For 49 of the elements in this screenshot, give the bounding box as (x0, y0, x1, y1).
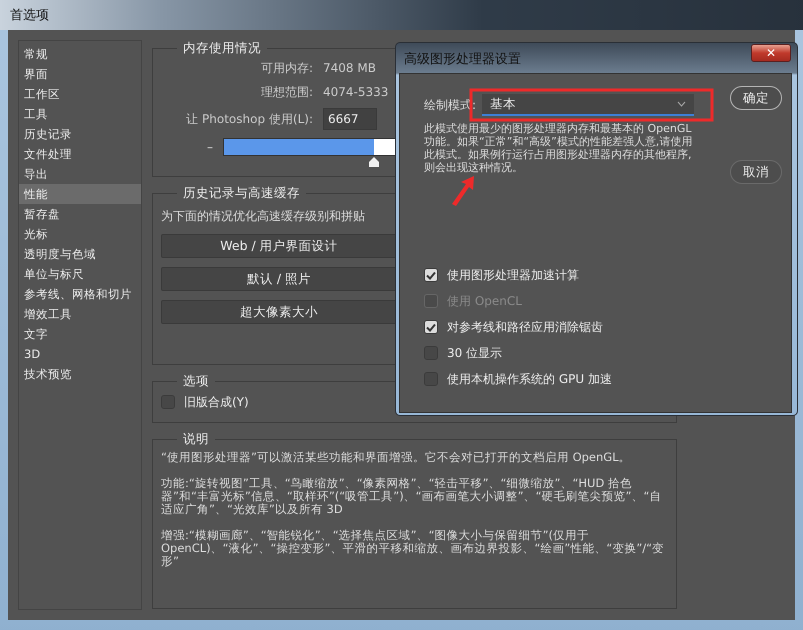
checkbox[interactable] (424, 372, 438, 386)
sidebar-item[interactable]: 单位与标尺 (19, 264, 141, 284)
sidebar-item[interactable]: 工具 (19, 104, 141, 124)
sidebar-item[interactable]: 性能 (19, 184, 141, 204)
sidebar-item[interactable]: 透明度与色域 (19, 244, 141, 264)
memory-input[interactable]: 6667 (323, 108, 377, 130)
close-button[interactable]: ✕ (751, 44, 791, 62)
memory-value: 4074-5333 (323, 84, 388, 101)
checkbox-label: 30 位显示 (447, 345, 502, 362)
chevron-icon (677, 101, 686, 107)
memory-label: 可用内存: (260, 60, 313, 77)
checkbox-label: 使用本机操作系统的 GPU 加速 (447, 371, 612, 388)
memory-value: 7408 MB (323, 60, 376, 77)
sidebar-item[interactable]: 文字 (19, 324, 141, 344)
sidebar-item[interactable]: 参考线、网格和切片 (19, 284, 141, 304)
dialog-title: 高级图形处理器设置 (403, 51, 522, 69)
sidebar-item[interactable]: 文件处理 (19, 144, 141, 164)
group-title: 选项 (182, 373, 210, 389)
checkbox[interactable] (161, 395, 175, 409)
checkbox-label: 旧版合成(Y) (184, 394, 249, 411)
cancel-button[interactable]: 取消 (730, 160, 782, 184)
group-title: 内存使用情况 (182, 40, 262, 56)
group-title: 历史记录与高速缓存 (182, 185, 301, 201)
memory-label: 理想范围: (260, 84, 313, 101)
use-label: 让 Photoshop 使用(L): (185, 111, 313, 128)
sidebar-item[interactable]: 工作区 (19, 84, 141, 104)
description-paragraph: “使用图形处理器”可以激活某些功能和界面增强。它不会对已打开的文档启用 OpenGL。 (161, 451, 632, 464)
checkbox[interactable] (424, 268, 438, 282)
checkbox[interactable] (424, 320, 438, 334)
mode-description: 此模式使用最少的图形处理器内存和最基本的 OpenGL 功能。如果“正常”和“高级”模式的性能差强人意,请使用此模式。如果例行运行占用图形处理器内存的其他程序,则会出现这种情况。 (424, 122, 694, 174)
sidebar-item[interactable]: 光标 (19, 224, 141, 244)
checkbox[interactable] (424, 346, 438, 360)
sidebar-item[interactable]: 历史记录 (19, 124, 141, 144)
annotation-arrow (452, 176, 474, 206)
sidebar-item[interactable]: 常规 (19, 44, 141, 64)
sidebar-item[interactable]: 界面 (19, 64, 141, 84)
sidebar-item[interactable]: 导出 (19, 164, 141, 184)
group-title: 说明 (182, 431, 210, 447)
description-paragraph: 功能:“旋转视图”工具、“鸟瞰缩放”、“像素网格”、“轻击平移”、“细微缩放”、“HUD 拾色器”和“丰富光标”信息、“取样环”(“吸管工具”)、“画布画笔大小调整”、“硬毛刷笔尖预览”、“自适应广角”、“光效库”以及所有 3D (161, 477, 662, 516)
sidebar-item[interactable]: 3D (19, 344, 141, 364)
window-title: 首选项 (0, 0, 803, 30)
ok-button[interactable]: 确定 (730, 86, 782, 110)
sidebar-item[interactable]: 增效工具 (19, 304, 141, 324)
minus-label: – (207, 139, 213, 156)
sidebar-item[interactable]: 暂存盘 (19, 204, 141, 224)
description-paragraph: 增强:“模糊画廊”、“智能锐化”、“选择焦点区域”、“图像大小与保留细节”(仅用于 OpenCL)、“液化”、“操控变形”、平滑的平移和缩放、画布边界投影、“绘画”性能、“变换”/“变形” (161, 529, 666, 568)
sidebar-item[interactable]: 技术预览 (19, 364, 141, 384)
cache-text: 为下面的情况优化高速缓存级别和拼贴 (161, 208, 366, 225)
mode-dropdown[interactable]: 基本 (482, 94, 694, 116)
